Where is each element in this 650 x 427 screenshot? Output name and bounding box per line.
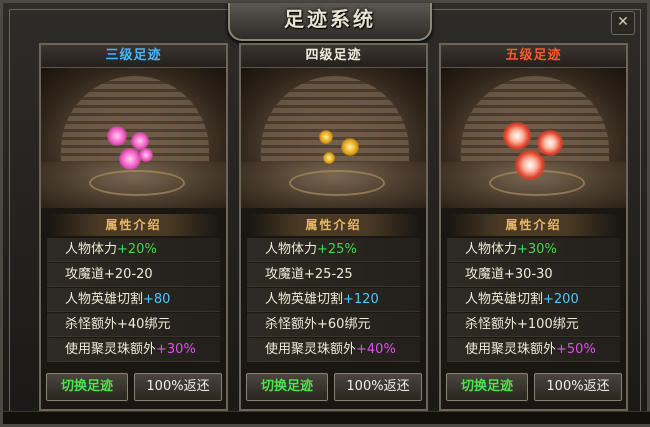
- footprint-window: 足迹系统 ✕ 三级足迹 属性介绍 人物体力+20% 攻魔道+20-20 人物英雄…: [0, 0, 650, 427]
- attr-list: 人物体力+20% 攻魔道+20-20 人物英雄切割+80 杀怪额外+40绑元 使…: [47, 238, 220, 362]
- attr-header: 属性介绍: [249, 214, 418, 236]
- attr-row: 人物英雄切割+200: [447, 288, 620, 312]
- flower-footprint-icon: [503, 122, 531, 150]
- attr-value: +100绑元: [517, 317, 579, 332]
- attr-header: 属性介绍: [49, 214, 218, 236]
- footprint-preview: [41, 68, 226, 208]
- switch-footprint-button[interactable]: 切换足迹: [446, 373, 528, 401]
- attr-row: 杀怪额外+40绑元: [47, 313, 220, 337]
- switch-footprint-button[interactable]: 切换足迹: [246, 373, 328, 401]
- attr-label: 攻魔道: [265, 267, 305, 282]
- attr-label: 人物英雄切割: [265, 292, 344, 307]
- attr-label: 人物英雄切割: [65, 292, 144, 307]
- attr-row: 人物英雄切割+80: [47, 288, 220, 312]
- heart-footprint-icon: [119, 148, 141, 170]
- refund-button[interactable]: 100%返还: [334, 373, 422, 401]
- tier-title: 四级足迹: [241, 45, 426, 68]
- title-plate: 足迹系统: [228, 3, 432, 41]
- gold-footprint-icon: [323, 152, 335, 164]
- attr-row: 使用聚灵珠额外+50%: [447, 338, 620, 362]
- bottom-chat-strip: [3, 411, 650, 424]
- attr-row: 攻魔道+25-25: [247, 263, 420, 287]
- attr-row: 人物体力+30%: [447, 238, 620, 262]
- attr-label: 使用聚灵珠额外: [265, 342, 357, 357]
- attr-value: +30-30: [504, 267, 553, 282]
- attr-label: 使用聚灵珠额外: [465, 342, 557, 357]
- attr-label: 杀怪额外: [465, 317, 518, 332]
- attr-row: 使用聚灵珠额外+40%: [247, 338, 420, 362]
- attr-row: 杀怪额外+100绑元: [447, 313, 620, 337]
- gold-footprint-icon: [319, 130, 333, 144]
- attr-label: 攻魔道: [465, 267, 505, 282]
- attr-list: 人物体力+30% 攻魔道+30-30 人物英雄切割+200 杀怪额外+100绑元…: [447, 238, 620, 362]
- attr-value: +40绑元: [117, 317, 171, 332]
- attr-value: +200: [543, 292, 579, 307]
- attr-label: 攻魔道: [65, 267, 105, 282]
- gold-footprint-icon: [341, 138, 359, 156]
- attr-value: +20-20: [104, 267, 153, 282]
- window-title: 足迹系统: [284, 7, 376, 31]
- attr-label: 使用聚灵珠额外: [65, 342, 157, 357]
- tier-title: 三级足迹: [41, 45, 226, 68]
- attr-value: +50%: [556, 342, 596, 357]
- attr-value: +120: [343, 292, 379, 307]
- footprint-panel-tier4: 四级足迹 属性介绍 人物体力+25% 攻魔道+25-25 人物英雄切割+120 …: [239, 43, 428, 411]
- attr-label: 人物体力: [465, 242, 518, 257]
- attr-label: 杀怪额外: [265, 317, 318, 332]
- heart-footprint-icon: [139, 148, 153, 162]
- heart-footprint-icon: [107, 126, 127, 146]
- attr-value: +80: [143, 292, 171, 307]
- attr-row: 人物体力+20%: [47, 238, 220, 262]
- footprint-preview: [441, 68, 626, 208]
- panel-actions: 切换足迹 100%返还: [46, 373, 222, 403]
- panel-actions: 切换足迹 100%返还: [446, 373, 622, 403]
- attr-header: 属性介绍: [449, 214, 618, 236]
- attr-list: 人物体力+25% 攻魔道+25-25 人物英雄切割+120 杀怪额外+60绑元 …: [247, 238, 420, 362]
- refund-button[interactable]: 100%返还: [534, 373, 622, 401]
- floor-ring: [89, 170, 185, 196]
- panel-actions: 切换足迹 100%返还: [246, 373, 422, 403]
- switch-footprint-button[interactable]: 切换足迹: [46, 373, 128, 401]
- footprint-panel-tier5: 五级足迹 属性介绍 人物体力+30% 攻魔道+30-30 人物英雄切割+200 …: [439, 43, 628, 411]
- attr-row: 使用聚灵珠额外+30%: [47, 338, 220, 362]
- attr-value: +30%: [517, 242, 557, 257]
- attr-value: +25-25: [304, 267, 353, 282]
- attr-row: 杀怪额外+60绑元: [247, 313, 420, 337]
- footprint-panel-tier3: 三级足迹 属性介绍 人物体力+20% 攻魔道+20-20 人物英雄切割+80 杀…: [39, 43, 228, 411]
- attr-label: 人物英雄切割: [465, 292, 544, 307]
- footprint-preview: [241, 68, 426, 208]
- close-icon[interactable]: ✕: [611, 11, 635, 35]
- attr-value: +20%: [117, 242, 157, 257]
- tier-title: 五级足迹: [441, 45, 626, 68]
- floor-ring: [289, 170, 385, 196]
- attr-label: 人物体力: [265, 242, 318, 257]
- flower-footprint-icon: [537, 130, 563, 156]
- refund-button[interactable]: 100%返还: [134, 373, 222, 401]
- attr-value: +60绑元: [317, 317, 371, 332]
- stair-arch: [261, 76, 409, 166]
- attr-row: 人物体力+25%: [247, 238, 420, 262]
- attr-label: 杀怪额外: [65, 317, 118, 332]
- attr-value: +40%: [356, 342, 396, 357]
- attr-row: 攻魔道+20-20: [47, 263, 220, 287]
- flower-footprint-icon: [515, 150, 545, 180]
- attr-value: +30%: [156, 342, 196, 357]
- attr-row: 人物英雄切割+120: [247, 288, 420, 312]
- attr-row: 攻魔道+30-30: [447, 263, 620, 287]
- attr-value: +25%: [317, 242, 357, 257]
- attr-label: 人物体力: [65, 242, 118, 257]
